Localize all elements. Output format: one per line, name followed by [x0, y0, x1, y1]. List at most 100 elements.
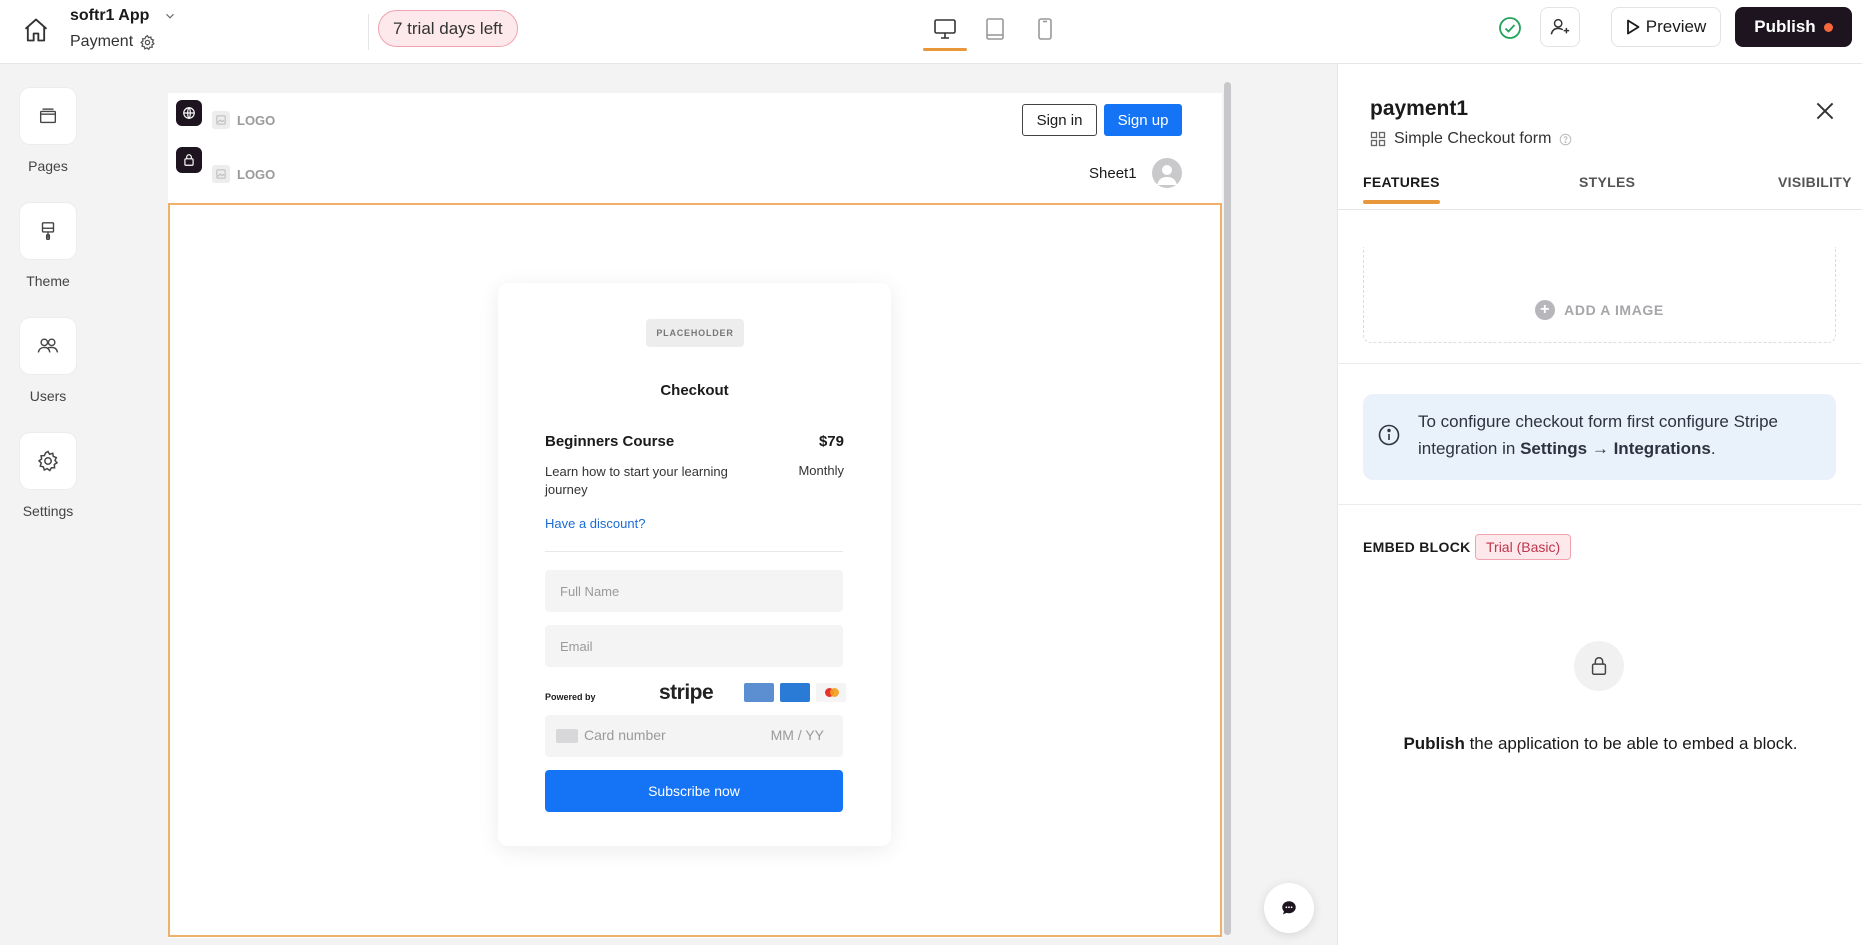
trial-days-badge[interactable]: 7 trial days left — [378, 10, 518, 47]
lock-icon — [184, 154, 194, 166]
preview-button[interactable]: Preview — [1611, 7, 1721, 47]
tablet-icon — [986, 18, 1004, 40]
sidebar-item-users[interactable]: Users — [0, 318, 96, 404]
subscribe-button[interactable]: Subscribe now — [545, 770, 843, 812]
block-grid-icon — [1370, 131, 1386, 147]
gear-icon[interactable] — [139, 34, 156, 51]
panel-title: payment1 — [1370, 97, 1469, 120]
header-divider — [368, 14, 369, 50]
email-field[interactable]: Email — [545, 625, 843, 667]
tab-visibility[interactable]: VISIBILITY — [1778, 174, 1852, 190]
checkout-card: PLACEHOLDER Checkout Beginners Course $7… — [498, 283, 891, 846]
sidebar-item-theme[interactable]: Theme — [0, 203, 96, 289]
visa-icon — [744, 683, 774, 702]
unpublished-changes-dot — [1823, 22, 1833, 32]
private-visibility-badge — [176, 147, 202, 173]
sidebar-label-theme: Theme — [26, 273, 70, 289]
full-name-placeholder: Full Name — [560, 583, 620, 599]
add-image-button[interactable]: + ADD A IMAGE — [1363, 247, 1836, 343]
left-sidebar: Pages Theme Users Settings — [0, 64, 96, 945]
panel-tabs: FEATURES STYLES VISIBILITY — [1338, 174, 1862, 210]
chevron-down-icon — [166, 13, 175, 19]
image-placeholder-icon — [212, 165, 230, 183]
email-placeholder: Email — [560, 638, 593, 654]
settings-integrations-link[interactable]: Settings → Integrations — [1520, 439, 1711, 458]
tab-features[interactable]: FEATURES — [1363, 174, 1440, 204]
chat-icon — [1282, 901, 1296, 915]
panel-divider — [1338, 504, 1862, 505]
invite-user-button[interactable] — [1540, 7, 1580, 47]
card-number-field[interactable]: Card number MM / YY — [545, 715, 843, 757]
top-bar: softr1 App Payment 7 trial days left Pre… — [0, 0, 1862, 64]
amex-icon — [780, 683, 810, 702]
sidebar-button-pages[interactable] — [20, 88, 76, 144]
info-text-end: . — [1710, 439, 1716, 458]
settings-icon — [37, 450, 59, 472]
sign-up-button[interactable]: Sign up — [1104, 104, 1182, 136]
close-icon[interactable] — [1812, 98, 1838, 124]
theme-icon — [41, 222, 55, 240]
block-type-label: Simple Checkout form — [1394, 130, 1552, 147]
info-icon — [1378, 424, 1400, 446]
help-icon[interactable] — [1559, 133, 1572, 146]
preview-label: Preview — [1645, 17, 1707, 36]
stripe-info-notice: To configure checkout form first configu… — [1363, 394, 1836, 480]
sidebar-item-pages[interactable]: Pages — [0, 88, 96, 174]
private-logo-text: LOGO — [237, 166, 276, 182]
publish-note-bold: Publish — [1403, 734, 1465, 753]
embed-block-label: EMBED BLOCK — [1363, 539, 1471, 555]
card-number-placeholder: Card number — [584, 727, 666, 743]
publish-note-text: the application to be able to embed a bl… — [1464, 734, 1798, 753]
tab-styles[interactable]: STYLES — [1579, 174, 1635, 190]
discount-link[interactable]: Have a discount? — [545, 516, 645, 531]
sidebar-item-settings[interactable]: Settings — [0, 433, 96, 519]
private-logo[interactable]: LOGO — [212, 165, 275, 183]
add-image-label: ADD A IMAGE — [1564, 301, 1664, 318]
product-name: Beginners Course — [545, 433, 675, 450]
sidebar-label-pages: Pages — [28, 158, 68, 174]
user-menu-label[interactable]: Sheet1 — [1089, 165, 1137, 182]
chat-support-button[interactable] — [1264, 883, 1314, 933]
sign-in-button[interactable]: Sign in — [1022, 104, 1097, 136]
card-divider — [545, 551, 843, 552]
public-logo-text: LOGO — [237, 112, 276, 128]
sidebar-button-theme[interactable] — [20, 203, 76, 259]
publish-label: Publish — [1754, 17, 1816, 36]
canvas-scrollbar[interactable] — [1224, 82, 1231, 935]
tablet-view-button[interactable] — [975, 14, 1015, 44]
plus-icon: + — [1535, 299, 1556, 320]
publish-button[interactable]: Publish — [1735, 7, 1852, 47]
avatar[interactable] — [1152, 158, 1182, 188]
info-text: To configure checkout form first configu… — [1418, 408, 1818, 462]
home-button[interactable] — [18, 12, 54, 48]
public-header-block[interactable]: LOGO Sign in Sign up — [168, 93, 1222, 147]
product-image-placeholder: PLACEHOLDER — [646, 319, 744, 347]
embed-lock — [1574, 641, 1624, 691]
sidebar-button-settings[interactable] — [20, 433, 76, 489]
add-user-icon — [1550, 18, 1570, 35]
mobile-view-button[interactable] — [1025, 14, 1065, 44]
page-name: Payment — [70, 33, 134, 50]
user-avatar-icon — [1157, 165, 1177, 185]
checkout-title: Checkout — [660, 382, 729, 399]
block-type: Simple Checkout form — [1370, 130, 1572, 148]
plan-badge: Trial (Basic) — [1475, 534, 1572, 560]
full-name-field[interactable]: Full Name — [545, 570, 843, 612]
mastercard-icon — [816, 683, 846, 702]
app-switcher[interactable]: softr1 App — [70, 7, 177, 25]
panel-divider — [1338, 363, 1862, 364]
globe-icon — [183, 107, 195, 120]
public-logo[interactable]: LOGO — [212, 111, 275, 129]
desktop-view-button[interactable] — [923, 14, 967, 51]
powered-by-text: Powered by — [545, 692, 596, 702]
product-description: Learn how to start your learning journey — [545, 464, 728, 497]
app-name: softr1 App — [70, 7, 150, 24]
sidebar-label-users: Users — [29, 388, 67, 404]
embed-publish-note: Publish the application to be able to em… — [1338, 734, 1862, 754]
private-header-block[interactable]: LOGO Sheet1 — [168, 147, 1222, 201]
page-canvas: LOGO Sign in Sign up LOGO Sheet1 PLACEHO… — [168, 93, 1222, 938]
mobile-icon — [1038, 18, 1052, 40]
page-switcher[interactable]: Payment — [70, 33, 156, 51]
sidebar-button-users[interactable] — [20, 318, 76, 374]
play-icon — [1626, 19, 1640, 35]
